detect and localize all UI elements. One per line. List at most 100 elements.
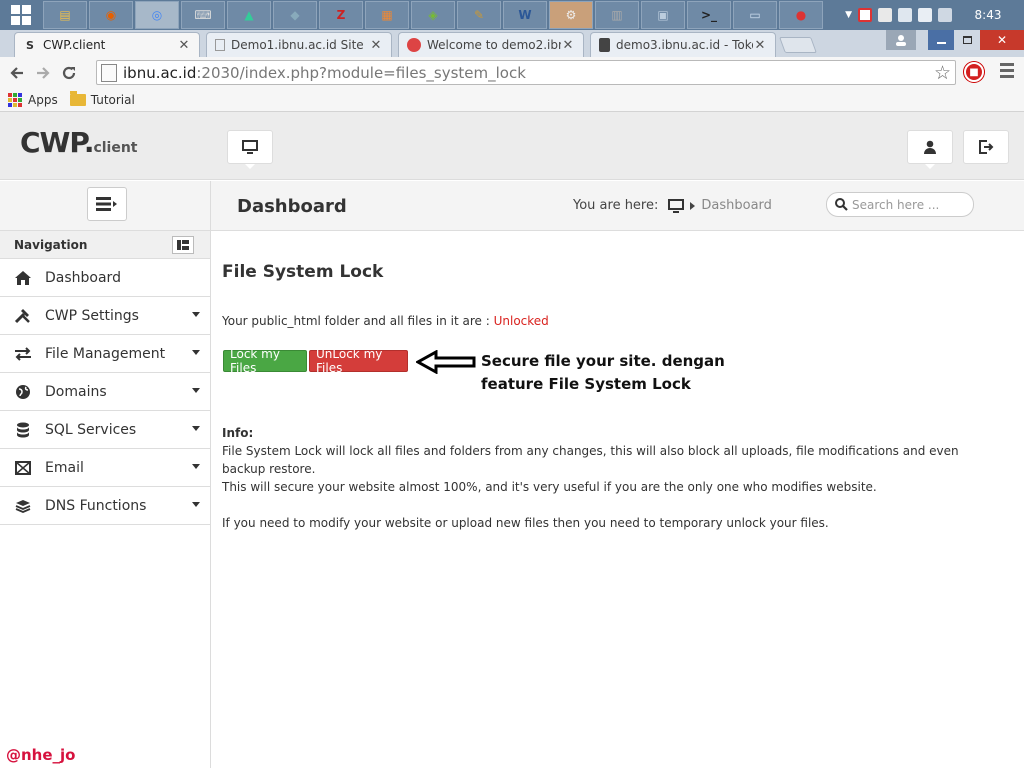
dropdown-caret-icon [192, 388, 200, 393]
bookmark-apps[interactable]: Apps [8, 92, 58, 107]
taskbar-virtualbox-button[interactable]: ◆ [273, 1, 317, 29]
sidebar-item-domains[interactable]: Domains [0, 373, 210, 411]
close-tab-icon[interactable]: ✕ [177, 38, 191, 53]
taskbar-file-explorer-button[interactable]: ▤ [43, 1, 87, 29]
tab-demo1[interactable]: Demo1.ibnu.ac.id Site ✕ [206, 32, 392, 57]
sidebar-item-dns-functions[interactable]: DNS Functions [0, 487, 210, 525]
extension-stop-icon[interactable]: ■ [964, 62, 984, 82]
tray-flag-icon[interactable] [878, 8, 892, 22]
tab-title: demo3.ibnu.ac.id - Toko C [616, 38, 753, 52]
logo-sub: client [93, 140, 138, 156]
sidebar-toggle-button[interactable] [87, 187, 127, 221]
taskbar-cmd-button[interactable]: >_ [687, 1, 731, 29]
sidebar-item-label: Email [45, 459, 84, 476]
annotation-line-1: Secure file your site. dengan [481, 352, 725, 370]
taskbar-remote-app-button[interactable]: ▣ [641, 1, 685, 29]
sidebar-item-email[interactable]: Email [0, 449, 210, 487]
sync-tool-icon: ◈ [428, 8, 438, 22]
tab-demo3[interactable]: demo3.ibnu.ac.id - Toko C ✕ [590, 32, 776, 57]
new-tab-button[interactable] [779, 37, 817, 53]
forward-arrow-icon [37, 66, 50, 79]
chrome-menu-icon[interactable] [1000, 63, 1014, 81]
navigation-header: Navigation [0, 231, 210, 259]
sidebar-item-label: Dashboard [45, 269, 121, 286]
windows-logo-icon [11, 5, 31, 25]
tray-network-warning-icon[interactable] [858, 8, 872, 22]
info-paragraph-2: This will secure your website almost 100… [222, 480, 877, 494]
profile-icon[interactable] [886, 30, 916, 50]
taskbar-notes-app-button[interactable]: ✎ [457, 1, 501, 29]
annotation-arrow-icon [416, 350, 476, 374]
search-input[interactable] [852, 197, 970, 212]
close-tab-icon[interactable]: ✕ [753, 38, 767, 53]
dropdown-caret-icon [192, 502, 200, 507]
taskbar-filezilla-button[interactable]: Z [319, 1, 363, 29]
monitor-button[interactable] [227, 130, 273, 169]
taskbar-recorder-app-button[interactable]: ● [779, 1, 823, 29]
bookmark-tutorial[interactable]: Tutorial [69, 90, 135, 107]
sidebar-item-dashboard[interactable]: Dashboard [0, 259, 210, 297]
taskbar-firefox-button[interactable]: ◉ [89, 1, 133, 29]
taskbar-word-button[interactable]: W [503, 1, 547, 29]
forward-button[interactable] [30, 60, 56, 86]
address-bar[interactable]: ibnu.ac.id:2030/index.php?module=files_s… [96, 60, 956, 85]
volume-icon[interactable] [918, 8, 932, 22]
cmd-icon: >_ [700, 8, 718, 22]
taskbar-network-tool-button[interactable]: ▲ [227, 1, 271, 29]
tab-demo2[interactable]: Welcome to demo2.ibnu.a ✕ [398, 32, 584, 57]
clock[interactable]: 8:43 [958, 8, 1018, 22]
sidebar-item-label: DNS Functions [45, 497, 147, 514]
annotation-note: Secure file your site. dengan feature Fi… [481, 350, 741, 396]
back-button[interactable] [4, 60, 30, 86]
sidebar-item-file-management[interactable]: File Management [0, 335, 210, 373]
lock-status: Your public_html folder and all files in… [222, 314, 549, 328]
breadcrumb-current[interactable]: Dashboard [701, 198, 772, 213]
bookmark-tutorial-label: Tutorial [90, 92, 135, 107]
search-box[interactable] [826, 192, 974, 217]
reload-button[interactable] [56, 60, 82, 86]
windows-taskbar: ▤ ◉ ◎ ⌨ ▲ ◆ Z ▦ ◈ ✎ W ⚙ ▥ ▣ >_ ▭ ● ▼ 8:43 [0, 0, 1024, 30]
taskbar-monitor-app-button[interactable]: ▭ [733, 1, 777, 29]
close-tab-icon[interactable]: ✕ [369, 38, 383, 53]
folder-icon [69, 90, 86, 106]
sidebar-item-label: CWP Settings [45, 307, 139, 324]
page-info-icon[interactable] [101, 63, 117, 82]
tray-monitor-icon[interactable] [898, 8, 912, 22]
taskbar-grid-app-button[interactable]: ▥ [595, 1, 639, 29]
breadcrumb-monitor-icon[interactable] [668, 198, 685, 213]
dropdown-caret-icon [192, 350, 200, 355]
sidebar-item-cwp-settings[interactable]: CWP Settings [0, 297, 210, 335]
tray-expand-icon[interactable]: ▼ [845, 10, 852, 20]
tab-title: Welcome to demo2.ibnu.a [427, 38, 561, 52]
layout-toggle-icon[interactable] [172, 235, 194, 254]
close-window-button[interactable]: ✕ [980, 30, 1024, 50]
info-section: Info: File System Lock will lock all fil… [222, 424, 1002, 532]
word-icon: W [518, 8, 532, 22]
tab-cwp-client[interactable]: S CWP.client ✕ [14, 32, 200, 57]
taskbar-apps: ▤ ◉ ◎ ⌨ ▲ ◆ Z ▦ ◈ ✎ W ⚙ ▥ ▣ >_ ▭ ● [42, 0, 824, 30]
unlock-files-button[interactable]: UnLock my Files [309, 347, 408, 375]
taskbar-media-app-button[interactable]: ▦ [365, 1, 409, 29]
bookmarks-bar: Apps Tutorial [0, 88, 1024, 112]
main-content: File System Lock Your public_html folder… [211, 232, 1024, 768]
start-button[interactable] [0, 0, 42, 30]
close-tab-icon[interactable]: ✕ [561, 38, 575, 53]
taskbar-putty-button[interactable]: ⌨ [181, 1, 225, 29]
bookmark-star-icon[interactable]: ☆ [934, 62, 951, 84]
database-icon [14, 421, 32, 439]
dropdown-caret-icon [192, 312, 200, 317]
sidebar-item-sql-services[interactable]: SQL Services [0, 411, 210, 449]
putty-icon: ⌨ [194, 8, 212, 22]
cwp-page: CWP.client Navigation Dashboard CWP Sett… [0, 112, 1024, 768]
tray-app-icon[interactable] [938, 8, 952, 22]
media-app-icon: ▦ [381, 8, 393, 22]
taskbar-chrome-button[interactable]: ◎ [135, 1, 179, 29]
cwp-logo[interactable]: CWP.client [20, 126, 138, 159]
lock-files-button[interactable]: Lock my Files [223, 347, 307, 375]
taskbar-sync-tool-button[interactable]: ◈ [411, 1, 455, 29]
user-profile-button[interactable] [907, 130, 953, 169]
logout-button[interactable] [963, 130, 1009, 164]
minimize-button[interactable] [928, 30, 954, 50]
taskbar-settings-app-button[interactable]: ⚙ [549, 1, 593, 29]
restore-button[interactable] [954, 30, 980, 50]
